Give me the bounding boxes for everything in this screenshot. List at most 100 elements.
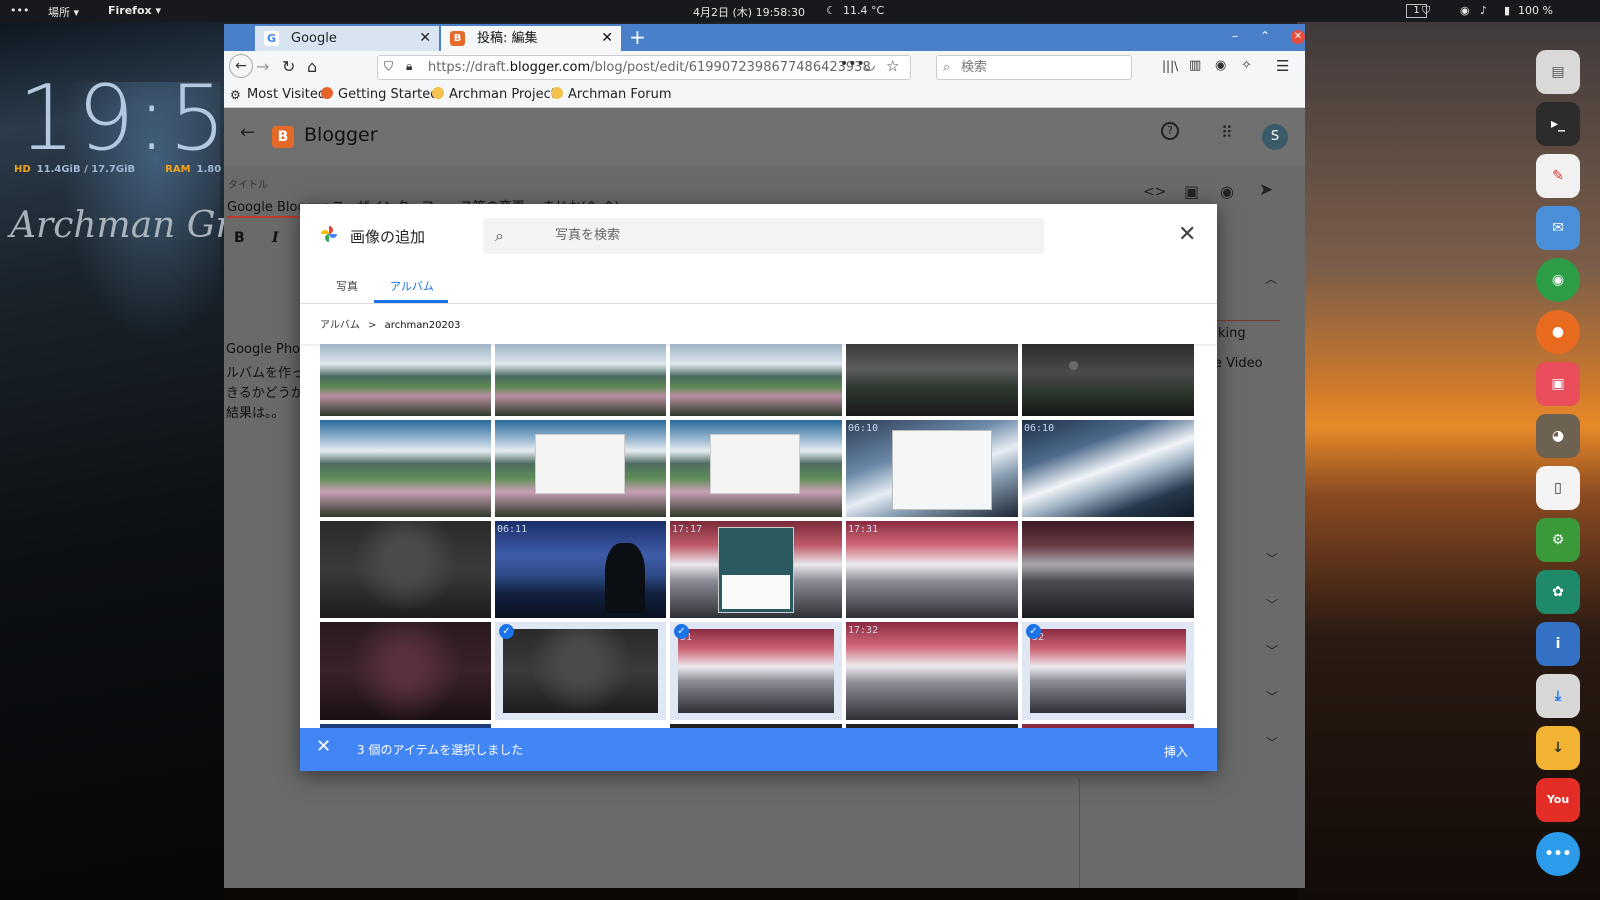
- italic-icon[interactable]: I: [272, 230, 279, 246]
- files-icon[interactable]: ▤: [1536, 50, 1580, 94]
- photo-thumbnail[interactable]: [670, 344, 842, 416]
- forward-icon[interactable]: →: [256, 57, 269, 76]
- html-view-icon[interactable]: <>: [1143, 184, 1166, 200]
- photo-thumbnail[interactable]: [670, 420, 842, 517]
- pocket-icon[interactable]: ◡: [864, 58, 875, 73]
- checkmark-icon[interactable]: ✓: [1026, 624, 1041, 639]
- photo-thumbnail[interactable]: 06:11: [495, 521, 666, 618]
- photo-thumbnail[interactable]: [846, 344, 1018, 416]
- close-tab-icon[interactable]: ✕: [601, 26, 613, 51]
- page-actions-icon[interactable]: •••: [840, 56, 865, 72]
- new-tab-icon[interactable]: +: [629, 24, 646, 50]
- bookmark-most-visited[interactable]: ⚙ Most Visited: [230, 87, 326, 102]
- close-tab-icon[interactable]: ✕: [419, 26, 431, 51]
- breadcrumb-root[interactable]: アルバム: [320, 320, 360, 331]
- back-icon[interactable]: ←: [229, 54, 253, 78]
- gimp-icon[interactable]: ◕: [1536, 414, 1580, 458]
- youtube-icon[interactable]: You: [1536, 778, 1580, 822]
- checkmark-icon[interactable]: ✓: [674, 624, 689, 639]
- photo-thumbnail[interactable]: [320, 420, 491, 517]
- home-icon[interactable]: ⌂: [307, 57, 317, 76]
- account-icon[interactable]: ◉: [1215, 58, 1226, 73]
- chrome-icon[interactable]: ◉: [1536, 258, 1580, 302]
- bold-icon[interactable]: B: [234, 230, 245, 246]
- avatar[interactable]: S: [1262, 124, 1288, 150]
- back-arrow-icon[interactable]: ←: [240, 122, 255, 143]
- battery-level[interactable]: 100 %: [1518, 4, 1553, 17]
- wifi-icon[interactable]: ◉: [1460, 4, 1470, 17]
- help-icon[interactable]: ?: [1161, 122, 1179, 140]
- publish-icon[interactable]: ➤: [1259, 180, 1273, 200]
- preview-eye-icon[interactable]: ◉: [1220, 182, 1234, 201]
- bookmark-archman-forum[interactable]: Archman Forum: [551, 87, 672, 102]
- weather[interactable]: 11.4 °C: [843, 4, 884, 17]
- photo-thumbnail[interactable]: [495, 420, 666, 517]
- photo-thumbnail[interactable]: [495, 344, 666, 416]
- datetime[interactable]: 4月2日 (木) 19:58:30: [693, 4, 805, 20]
- chevron-down-icon[interactable]: ﹀: [1266, 596, 1278, 613]
- photo-thumbnail-selected[interactable]: 31 ✓: [670, 622, 842, 720]
- volume-icon[interactable]: ♪: [1480, 4, 1487, 17]
- clear-selection-icon[interactable]: ✕: [316, 736, 331, 757]
- chevron-down-icon[interactable]: ﹀: [1266, 550, 1278, 567]
- insert-button[interactable]: 挿入: [1164, 743, 1188, 760]
- photo-thumbnail[interactable]: [320, 622, 491, 720]
- url-bar[interactable]: https://draft.blogger.com/blog/post/edit…: [377, 55, 911, 80]
- screenshot-icon[interactable]: ▣: [1536, 362, 1580, 406]
- sidebar-setting-item[interactable]: e Video: [1214, 356, 1263, 371]
- reload-icon[interactable]: ↻: [282, 57, 295, 76]
- close-dialog-icon[interactable]: ✕: [1178, 222, 1196, 247]
- restore-icon[interactable]: ⌃: [1260, 29, 1270, 43]
- lock-icon[interactable]: 🔒︎: [406, 59, 412, 74]
- text-editor-icon[interactable]: ✎: [1536, 154, 1580, 198]
- tab-blogger-edit[interactable]: B 投稿: 編集 ✕: [441, 26, 621, 51]
- download-icon[interactable]: ↓: [1536, 726, 1580, 770]
- bookmark-archman-project[interactable]: Archman Project: [432, 87, 556, 102]
- shield-icon[interactable]: ⛉: [1422, 4, 1430, 18]
- photo-thumbnail-selected[interactable]: 32 ✓: [1022, 622, 1194, 720]
- chevron-down-icon[interactable]: ﹀: [1266, 688, 1278, 705]
- close-window-icon[interactable]: ✕: [1291, 30, 1305, 44]
- tracking-shield-icon[interactable]: ⛉: [384, 59, 393, 74]
- chevron-down-icon[interactable]: ﹀: [1266, 642, 1278, 659]
- photo-search-input[interactable]: ⌕ 写真を検索: [483, 218, 1044, 254]
- tab-albums[interactable]: アルバム: [390, 278, 434, 294]
- chevron-down-icon[interactable]: ﹀: [1266, 734, 1278, 751]
- sidebar-icon[interactable]: ▥: [1189, 58, 1201, 73]
- checkmark-icon[interactable]: ✓: [499, 624, 514, 639]
- minimize-icon[interactable]: –: [1232, 29, 1238, 43]
- photo-thumbnail[interactable]: 06:10: [846, 420, 1018, 517]
- photo-thumbnail[interactable]: 17:31: [846, 521, 1018, 618]
- info-icon[interactable]: i: [1536, 622, 1580, 666]
- menu-icon[interactable]: ☰: [1276, 57, 1289, 75]
- photo-thumbnail[interactable]: 17:17: [670, 521, 842, 618]
- places-menu[interactable]: 場所 ▾: [48, 4, 79, 20]
- activities-button[interactable]: •••: [10, 4, 29, 17]
- installer-icon[interactable]: ⤓: [1536, 674, 1580, 718]
- search-input[interactable]: ⌕ 検索: [936, 55, 1132, 80]
- app-grid-icon[interactable]: •••: [1536, 832, 1580, 876]
- document-icon[interactable]: ▯: [1536, 466, 1580, 510]
- tweaks-icon[interactable]: ✿: [1536, 570, 1580, 614]
- photo-thumbnail-selected[interactable]: ✓: [495, 622, 666, 720]
- firefox-icon[interactable]: ●: [1536, 310, 1580, 354]
- photo-thumbnail[interactable]: 06:10: [1022, 420, 1194, 517]
- photo-thumbnail[interactable]: [1022, 521, 1194, 618]
- bookmark-getting-started[interactable]: Getting Started: [321, 87, 439, 102]
- sidebar-setting-item[interactable]: king: [1218, 326, 1246, 341]
- extension-icon[interactable]: ✧: [1241, 58, 1252, 73]
- settings-icon[interactable]: ⚙: [1536, 518, 1580, 562]
- app-menu[interactable]: Firefox ▾: [108, 4, 161, 17]
- photo-thumbnail[interactable]: [320, 521, 491, 618]
- library-icon[interactable]: |||\: [1162, 59, 1178, 73]
- photo-thumbnail[interactable]: [320, 344, 491, 416]
- apps-grid-icon[interactable]: ⠿: [1221, 123, 1233, 142]
- photo-thumbnail[interactable]: 17:32: [846, 622, 1018, 720]
- tab-google[interactable]: G Google ✕: [255, 26, 439, 51]
- save-icon[interactable]: ▣: [1184, 182, 1199, 201]
- terminal-icon[interactable]: ▸_: [1536, 102, 1580, 146]
- mail-icon[interactable]: ✉: [1536, 206, 1580, 250]
- tab-photos[interactable]: 写真: [336, 278, 358, 294]
- photo-thumbnail[interactable]: [1022, 344, 1194, 416]
- bookmark-star-icon[interactable]: ☆: [886, 57, 899, 75]
